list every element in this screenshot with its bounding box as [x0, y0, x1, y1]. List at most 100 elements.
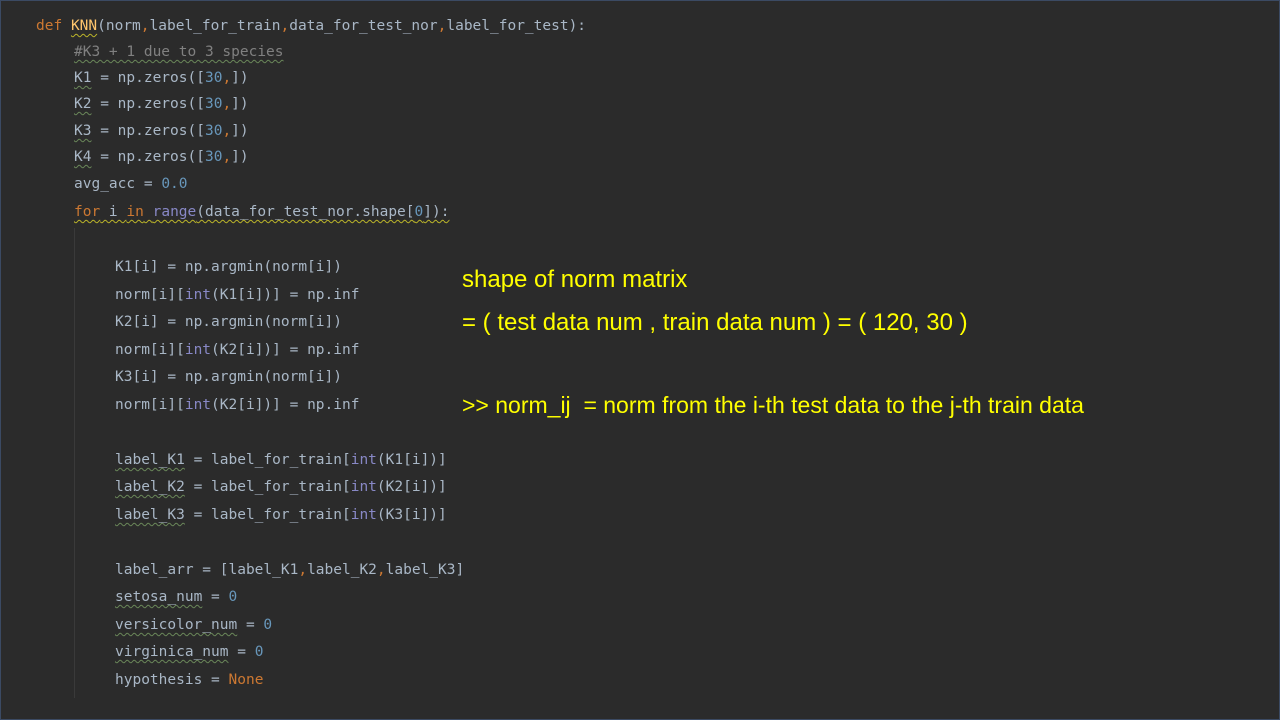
code-line-k4[interactable]: K4 = np.zeros([30,])	[74, 147, 249, 167]
def-keyword: def	[36, 18, 63, 34]
code-line-k1[interactable]: K1 = np.zeros([30,])	[74, 68, 249, 88]
indent-guide	[74, 228, 75, 698]
code-line-k2[interactable]: K2 = np.zeros([30,])	[74, 94, 249, 114]
number: 30	[204, 123, 223, 139]
number: 0	[414, 204, 424, 220]
comment-text: #K3 + 1 due to 3 species	[74, 44, 284, 60]
code-line-k2-argmin[interactable]: K2[i] = np.argmin(norm[i])	[115, 312, 342, 332]
var-k2: K2	[74, 96, 92, 112]
zeros-call: = np.zeros([	[91, 96, 205, 112]
statement: K2[i] = np.argmin(norm[i])	[115, 314, 342, 330]
var-k4: K4	[74, 149, 92, 165]
statement: (K3[i])]	[376, 507, 447, 523]
int-builtin: int	[350, 452, 377, 468]
var-virginica-num: virginica_num	[115, 644, 229, 660]
number: 30	[204, 96, 223, 112]
statement: (K1[i])] = np.inf	[211, 287, 360, 303]
statement: = label_for_train[	[184, 452, 351, 468]
code-line-norm-k3[interactable]: norm[i][int(K2[i])] = np.inf	[115, 395, 359, 415]
code-line-label-k1[interactable]: label_K1 = label_for_train[int(K1[i])]	[115, 450, 447, 470]
comma: ,	[280, 18, 290, 34]
for-close: ]):	[423, 204, 450, 220]
var-label-k2: label_K2	[115, 479, 185, 495]
none-keyword: None	[228, 672, 264, 688]
statement: (K2[i])] = np.inf	[211, 342, 360, 358]
number: 30	[204, 149, 223, 165]
statement: norm[i][	[115, 342, 185, 358]
code-line-k3[interactable]: K3 = np.zeros([30,])	[74, 121, 249, 141]
signature-param: label_for_test	[446, 18, 569, 34]
var-setosa-num: setosa_num	[115, 589, 203, 605]
in-keyword: in	[126, 204, 144, 220]
statement: hypothesis =	[115, 672, 229, 688]
code-line-for[interactable]: for i in range(data_for_test_nor.shape[0…	[74, 202, 449, 222]
statement: label_K2	[307, 562, 377, 578]
code-line-versicolor[interactable]: versicolor_num = 0	[115, 615, 272, 635]
equals: =	[202, 589, 229, 605]
code-editor[interactable]: def KNN(norm,label_for_train,data_for_te…	[0, 0, 1280, 720]
code-line-norm-k2[interactable]: norm[i][int(K2[i])] = np.inf	[115, 340, 359, 360]
statement: (K2[i])] = np.inf	[211, 397, 360, 413]
code-line-k3-argmin[interactable]: K3[i] = np.argmin(norm[i])	[115, 367, 342, 387]
statement: = label_for_train[	[184, 507, 351, 523]
statement: label_arr = [label_K1	[115, 562, 299, 578]
equals: =	[228, 644, 255, 660]
annotation-shape: = ( test data num , train data num ) = (…	[462, 309, 968, 336]
code-line-k1-argmin[interactable]: K1[i] = np.argmin(norm[i])	[115, 257, 342, 277]
zeros-close: ])	[231, 70, 249, 86]
int-builtin: int	[184, 342, 212, 358]
number: 0	[263, 617, 273, 633]
comma: ,	[298, 562, 308, 578]
int-builtin: int	[184, 287, 212, 303]
loop-var: i	[100, 204, 127, 220]
signature-open: (norm	[97, 18, 141, 34]
code-line-label-k3[interactable]: label_K3 = label_for_train[int(K3[i])]	[115, 505, 447, 525]
code-line-setosa[interactable]: setosa_num = 0	[115, 587, 237, 607]
int-builtin: int	[350, 479, 377, 495]
code-line-comment[interactable]: #K3 + 1 due to 3 species	[74, 42, 284, 62]
zeros-call: = np.zeros([	[91, 123, 205, 139]
avg-acc-var: avg_acc =	[74, 176, 162, 192]
zeros-close: ])	[231, 149, 249, 165]
number: 30	[204, 70, 223, 86]
int-builtin: int	[350, 507, 377, 523]
range-builtin: range	[152, 204, 197, 220]
code-line-label-arr[interactable]: label_arr = [label_K1,label_K2,label_K3]	[115, 560, 464, 580]
var-k1: K1	[74, 70, 92, 86]
zeros-call: = np.zeros([	[91, 70, 205, 86]
statement: K3[i] = np.argmin(norm[i])	[115, 369, 342, 385]
for-expression: (data_for_test_nor.shape[	[196, 204, 415, 220]
signature-close: ):	[568, 18, 587, 34]
int-builtin: int	[184, 397, 212, 413]
code-line-avg-acc[interactable]: avg_acc = 0.0	[74, 174, 188, 194]
comma: ,	[376, 562, 386, 578]
annotation-definition: >> norm_ij = norm from the i-th test dat…	[462, 392, 1084, 418]
zeros-close: ])	[231, 123, 249, 139]
annotation-title: shape of norm matrix	[462, 266, 688, 293]
number: 0.0	[161, 176, 188, 192]
comma: ,	[140, 18, 150, 34]
statement: = label_for_train[	[184, 479, 351, 495]
code-line-def[interactable]: def KNN(norm,label_for_train,data_for_te…	[36, 16, 586, 36]
statement: K1[i] = np.argmin(norm[i])	[115, 259, 342, 275]
statement: (K2[i])]	[376, 479, 447, 495]
function-name: KNN	[70, 18, 98, 34]
code-line-hypothesis[interactable]: hypothesis = None	[115, 670, 263, 690]
comma: ,	[222, 70, 232, 86]
var-label-k1: label_K1	[115, 452, 185, 468]
var-label-k3: label_K3	[115, 507, 185, 523]
number: 0	[228, 589, 238, 605]
code-line-norm-k1[interactable]: norm[i][int(K1[i])] = np.inf	[115, 285, 359, 305]
statement: norm[i][	[115, 287, 185, 303]
statement: norm[i][	[115, 397, 185, 413]
code-line-label-k2[interactable]: label_K2 = label_for_train[int(K2[i])]	[115, 477, 447, 497]
comma: ,	[222, 123, 232, 139]
var-versicolor-num: versicolor_num	[115, 617, 238, 633]
var-k3: K3	[74, 123, 92, 139]
statement: (K1[i])]	[376, 452, 447, 468]
zeros-close: ])	[231, 96, 249, 112]
comma: ,	[222, 149, 232, 165]
code-line-virginica[interactable]: virginica_num = 0	[115, 642, 263, 662]
for-keyword: for	[74, 204, 101, 220]
number: 0	[254, 644, 264, 660]
